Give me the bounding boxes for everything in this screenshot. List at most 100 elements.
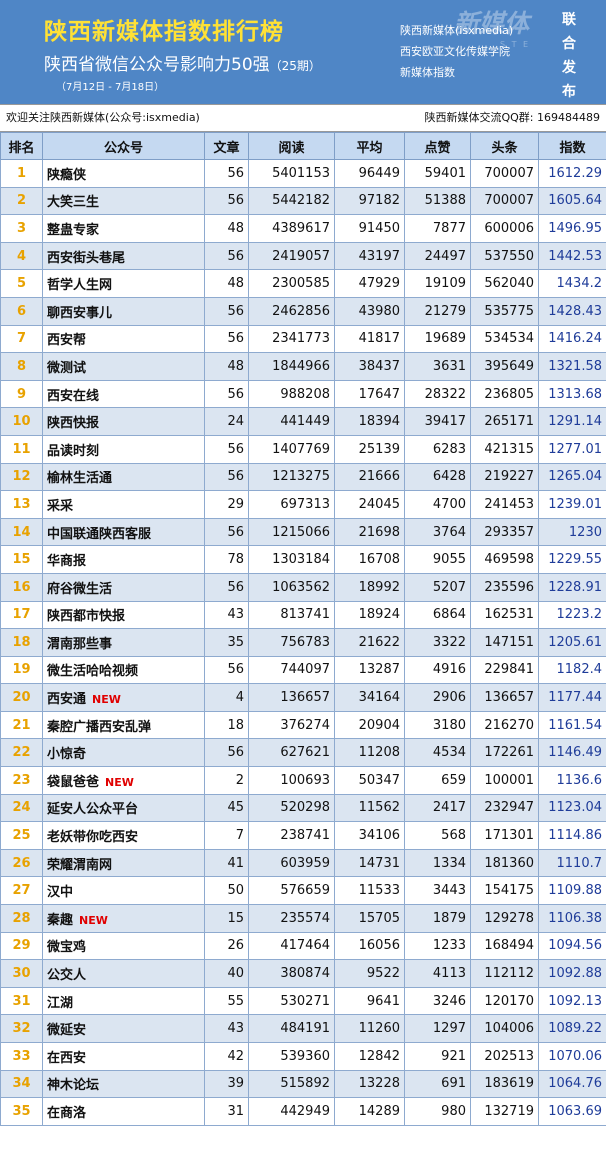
likes-cell: 3631 xyxy=(404,352,471,381)
likes-cell: 1233 xyxy=(404,931,471,961)
headline-cell: 147151 xyxy=(470,628,539,657)
likes-cell: 3443 xyxy=(404,876,471,906)
rank-cell-text: 24 xyxy=(12,800,31,816)
table-body: 1 陕瘾侠 56 5401153 96449 59401 700007 1612.29 2 大笑三… xyxy=(0,159,606,1126)
average-cell: 97182 xyxy=(334,186,405,216)
average-cell-text: 16056 xyxy=(358,938,400,954)
likes-cell-text: 3631 xyxy=(432,358,466,374)
average-cell-text: 18394 xyxy=(358,414,400,430)
rank-cell-text: 1 xyxy=(16,165,27,181)
average-cell-text: 18992 xyxy=(358,579,400,595)
column-header-rank: 排名 xyxy=(0,132,43,160)
articles-cell-text: 42 xyxy=(227,1048,244,1064)
account-name-cell-text: 荣耀渭南网 xyxy=(47,857,113,873)
reads-cell: 530271 xyxy=(248,986,335,1016)
articles-cell-text: 45 xyxy=(227,800,244,816)
rank-cell-text: 10 xyxy=(12,414,31,430)
index-cell-text: 1092.13 xyxy=(548,993,602,1009)
index-cell: 1434.2 xyxy=(538,269,606,298)
articles-cell: 56 xyxy=(204,296,249,326)
index-cell-text: 1428.43 xyxy=(548,303,602,319)
account-name-cell: 微延安 xyxy=(42,1014,205,1043)
likes-cell: 21279 xyxy=(404,296,471,326)
likes-cell-text: 4534 xyxy=(432,745,466,761)
headline-cell: 395649 xyxy=(470,352,539,381)
likes-cell-text: 24497 xyxy=(424,248,466,264)
likes-cell-text: 568 xyxy=(441,828,466,844)
account-name-cell: 采采 xyxy=(42,490,205,519)
likes-cell: 1334 xyxy=(404,848,471,878)
index-cell-text: 1070.06 xyxy=(548,1048,602,1064)
index-cell: 1114.86 xyxy=(538,821,606,850)
reads-cell-text: 576659 xyxy=(280,883,330,899)
average-cell-text: 41817 xyxy=(358,331,400,347)
likes-cell-text: 19109 xyxy=(424,276,466,292)
articles-cell: 40 xyxy=(204,959,249,988)
articles-cell: 56 xyxy=(204,572,249,602)
articles-cell-text: 56 xyxy=(227,662,244,678)
average-cell-text: 47929 xyxy=(358,276,400,292)
reads-cell: 136657 xyxy=(248,683,335,712)
likes-cell-text: 3322 xyxy=(432,634,466,650)
average-cell-text: 21622 xyxy=(358,634,400,650)
likes-cell-text: 7877 xyxy=(432,220,466,236)
index-cell-text: 1177.44 xyxy=(548,690,602,706)
account-name-cell: 西安通 NEW xyxy=(42,683,205,712)
reads-cell-text: 2341773 xyxy=(272,331,330,347)
likes-cell: 3180 xyxy=(404,710,471,740)
index-cell-text: 1239.01 xyxy=(548,496,602,512)
average-cell: 18924 xyxy=(334,600,405,630)
index-cell-text: 1605.64 xyxy=(548,193,602,209)
rank-cell-text: 16 xyxy=(12,579,31,595)
index-cell: 1416.24 xyxy=(538,324,606,354)
articles-cell-text: 24 xyxy=(227,414,244,430)
articles-cell: 7 xyxy=(204,821,249,850)
average-cell: 11533 xyxy=(334,876,405,906)
rank-cell: 16 xyxy=(0,572,43,602)
headline-cell: 132719 xyxy=(470,1097,539,1126)
average-cell: 9641 xyxy=(334,986,405,1016)
rank-cell: 32 xyxy=(0,1014,43,1043)
account-name-cell-text: 江湖 xyxy=(47,995,74,1011)
table-row: 30 公交人 40 380874 9522 4113 112112 1092.88 xyxy=(0,959,606,988)
account-name-cell: 在西安 xyxy=(42,1042,205,1071)
reads-cell: 5401153 xyxy=(248,159,335,188)
articles-cell: 50 xyxy=(204,876,249,906)
headline-cell-text: 120170 xyxy=(484,993,534,1009)
account-name-cell-text: 哲学人生网 xyxy=(47,278,113,294)
index-cell: 1442.53 xyxy=(538,241,606,271)
account-name-cell-text: 大笑三生 xyxy=(47,195,100,211)
articles-cell-text: 40 xyxy=(227,966,244,982)
rank-cell: 31 xyxy=(0,986,43,1016)
index-cell: 1092.13 xyxy=(538,986,606,1016)
articles-cell-text: 18 xyxy=(227,717,244,733)
likes-cell: 3246 xyxy=(404,986,471,1016)
account-name-cell: 大笑三生 xyxy=(42,186,205,216)
articles-cell: 56 xyxy=(204,186,249,216)
table-row: 12 榆林生活通 56 1213275 21666 6428 219227 1265.04 xyxy=(0,462,606,492)
account-name-cell: 榆林生活通 xyxy=(42,462,205,492)
account-name-cell: 神木论坛 xyxy=(42,1069,205,1099)
likes-cell: 691 xyxy=(404,1069,471,1099)
likes-cell: 4916 xyxy=(404,655,471,685)
reads-cell-text: 539360 xyxy=(280,1048,330,1064)
table-row: 13 采采 29 697313 24045 4700 241453 1239.01 xyxy=(0,490,606,519)
headline-cell: 216270 xyxy=(470,710,539,740)
headline-cell-text: 154175 xyxy=(484,883,534,899)
articles-cell: 48 xyxy=(204,352,249,381)
headline-cell-text: 700007 xyxy=(484,193,534,209)
likes-cell-text: 6283 xyxy=(432,441,466,457)
articles-cell-text: 50 xyxy=(227,883,244,899)
index-cell: 1277.01 xyxy=(538,434,606,464)
headline-cell-text: 562040 xyxy=(484,276,534,292)
headline-cell: 534534 xyxy=(470,324,539,354)
reads-cell: 442949 xyxy=(248,1097,335,1126)
rank-cell: 33 xyxy=(0,1042,43,1071)
likes-cell-text: 59401 xyxy=(424,165,466,181)
headline-cell: 104006 xyxy=(470,1014,539,1043)
articles-cell-text: 56 xyxy=(227,579,244,595)
rank-cell-text: 9 xyxy=(16,386,27,402)
headline-cell-text: 136657 xyxy=(484,690,534,706)
index-cell-text: 1228.91 xyxy=(548,579,602,595)
table-row: 21 秦腔广播西安乱弹 18 376274 20904 3180 216270 1161.54 xyxy=(0,710,606,740)
